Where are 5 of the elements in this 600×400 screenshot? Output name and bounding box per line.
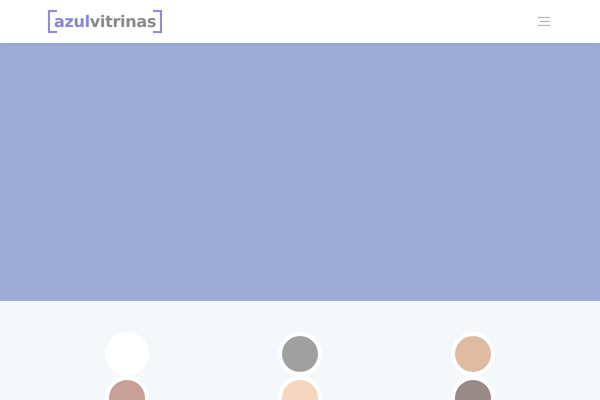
logo[interactable]: azulvitrinas [48,10,162,33]
color-swatch[interactable] [278,332,322,376]
menu-button[interactable] [538,17,550,26]
menu-icon [538,17,550,26]
color-swatch[interactable] [451,332,495,376]
